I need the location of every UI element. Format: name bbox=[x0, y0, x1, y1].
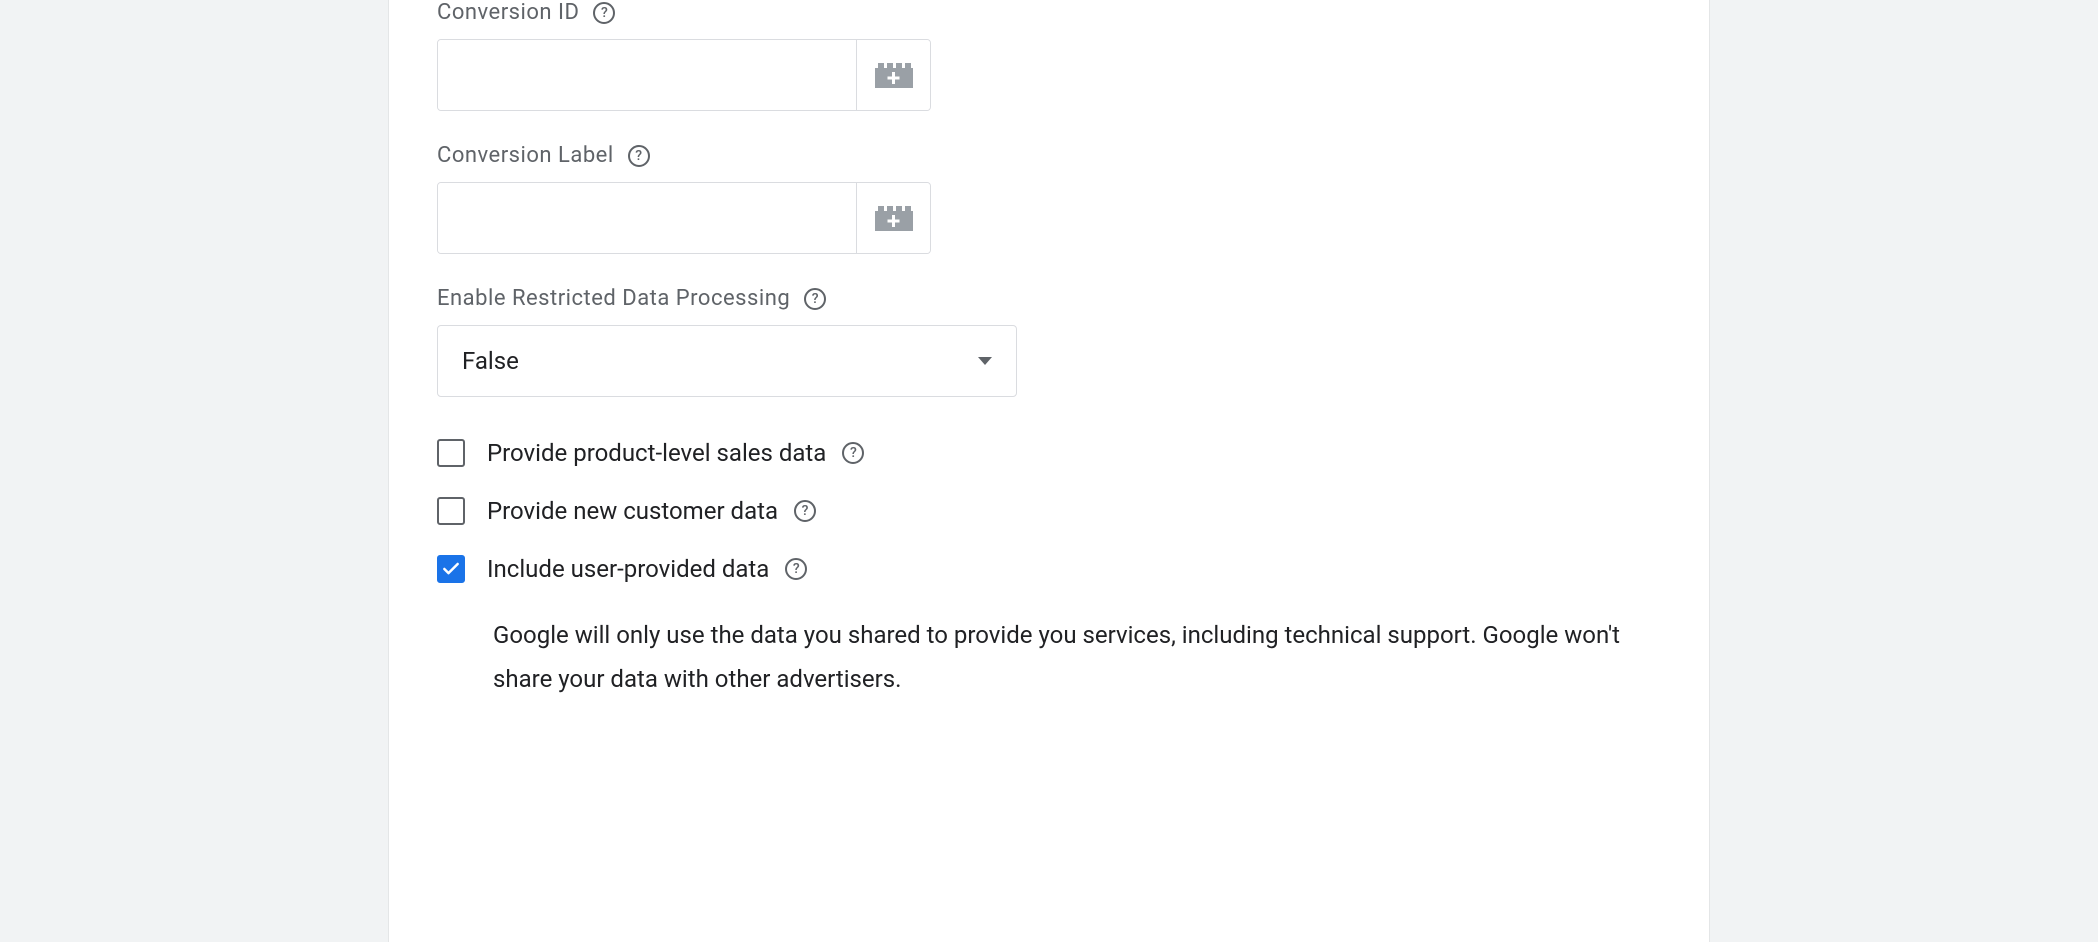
lego-plus-icon bbox=[874, 61, 914, 89]
checkbox-label-row: Provide product-level sales data bbox=[487, 439, 864, 467]
help-icon[interactable] bbox=[842, 442, 864, 464]
field-label-row: Conversion Label bbox=[437, 143, 1661, 168]
help-icon[interactable] bbox=[593, 2, 615, 24]
user-provided-checkbox[interactable] bbox=[437, 555, 465, 583]
checkbox-label-row: Include user-provided data bbox=[487, 555, 807, 583]
user-provided-row: Include user-provided data bbox=[437, 555, 1661, 583]
user-provided-label: Include user-provided data bbox=[487, 555, 769, 583]
conversion-label-label: Conversion Label bbox=[437, 143, 614, 168]
conversion-label-field: Conversion Label bbox=[437, 143, 1661, 254]
help-icon[interactable] bbox=[794, 500, 816, 522]
variable-picker-button[interactable] bbox=[856, 40, 930, 110]
conversion-id-input-group bbox=[437, 39, 931, 111]
help-icon[interactable] bbox=[785, 558, 807, 580]
help-icon[interactable] bbox=[804, 288, 826, 310]
product-sales-row: Provide product-level sales data bbox=[437, 439, 1661, 467]
field-label-row: Enable Restricted Data Processing bbox=[437, 286, 1661, 311]
user-provided-description: Google will only use the data you shared… bbox=[493, 613, 1661, 702]
lego-plus-icon bbox=[874, 204, 914, 232]
conversion-label-input-group bbox=[437, 182, 931, 254]
new-customer-checkbox[interactable] bbox=[437, 497, 465, 525]
conversion-label-input[interactable] bbox=[438, 183, 856, 253]
product-sales-label: Provide product-level sales data bbox=[487, 439, 826, 467]
conversion-id-label: Conversion ID bbox=[437, 0, 579, 25]
select-value: False bbox=[462, 347, 519, 375]
restricted-data-label: Enable Restricted Data Processing bbox=[437, 286, 790, 311]
checkbox-label-row: Provide new customer data bbox=[487, 497, 816, 525]
checkbox-section: Provide product-level sales data Provide… bbox=[437, 439, 1661, 702]
conversion-id-field: Conversion ID bbox=[437, 0, 1661, 111]
restricted-data-field: Enable Restricted Data Processing False bbox=[437, 286, 1661, 397]
restricted-data-select[interactable]: False bbox=[437, 325, 1017, 397]
field-label-row: Conversion ID bbox=[437, 0, 1661, 25]
variable-picker-button[interactable] bbox=[856, 183, 930, 253]
form-panel: Conversion ID bbox=[389, 0, 1709, 942]
new-customer-row: Provide new customer data bbox=[437, 497, 1661, 525]
product-sales-checkbox[interactable] bbox=[437, 439, 465, 467]
new-customer-label: Provide new customer data bbox=[487, 497, 778, 525]
help-icon[interactable] bbox=[628, 145, 650, 167]
conversion-id-input[interactable] bbox=[438, 40, 856, 110]
caret-down-icon bbox=[978, 357, 992, 365]
